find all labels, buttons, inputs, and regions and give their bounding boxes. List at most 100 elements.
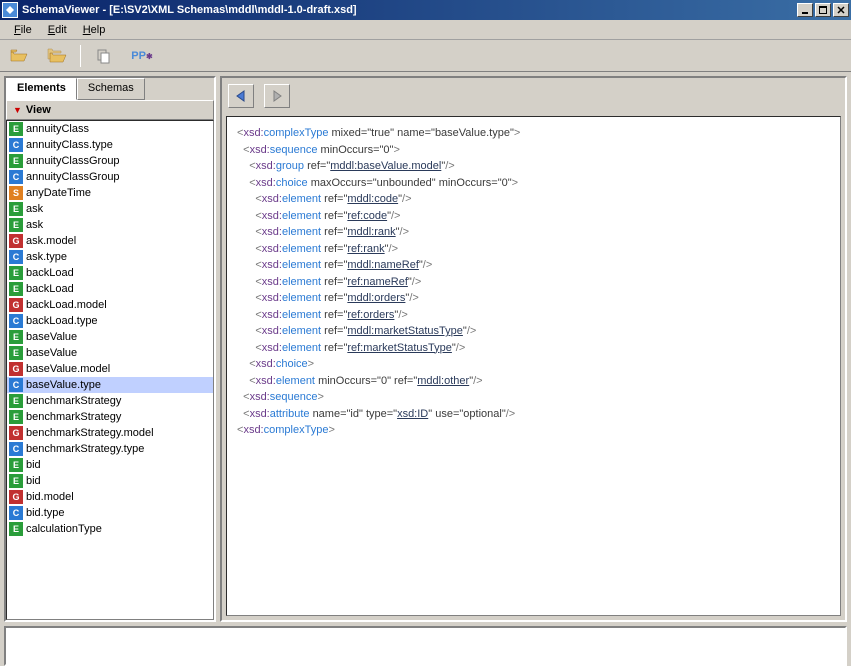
- type-badge-icon: G: [9, 298, 23, 312]
- right-panel: <xsd:complexType mixed="true" name="base…: [220, 76, 847, 622]
- tree-item-label: ask.model: [26, 235, 76, 247]
- type-badge-icon: C: [9, 138, 23, 152]
- tree-item[interactable]: CannuityClass.type: [7, 137, 213, 153]
- code-line: <xsd:element ref="ref:rank"/>: [237, 241, 830, 258]
- type-badge-icon: E: [9, 458, 23, 472]
- type-badge-icon: E: [9, 282, 23, 296]
- status-area: [4, 626, 847, 666]
- triangle-right-icon: [270, 89, 284, 103]
- tree-item[interactable]: CbaseValue.type: [7, 377, 213, 393]
- view-header[interactable]: View: [6, 100, 214, 120]
- close-button[interactable]: [833, 3, 849, 17]
- code-line: <xsd:element ref="ref:nameRef"/>: [237, 274, 830, 291]
- code-line: <xsd:element ref="mddl:marketStatusType"…: [237, 323, 830, 340]
- menu-file[interactable]: File: [6, 22, 40, 38]
- open-multi-button[interactable]: [42, 43, 72, 69]
- type-badge-icon: E: [9, 122, 23, 136]
- toolbar: PP✱: [0, 40, 851, 72]
- pp-icon: PP✱: [131, 50, 152, 62]
- left-panel: Elements Schemas View EannuityClassCannu…: [4, 76, 216, 622]
- type-badge-icon: G: [9, 490, 23, 504]
- type-badge-icon: C: [9, 170, 23, 184]
- tree-item-label: backLoad: [26, 283, 74, 295]
- tree-item-label: bid.type: [26, 507, 65, 519]
- code-line: <xsd:element ref="ref:orders"/>: [237, 307, 830, 324]
- code-line: <xsd:choice maxOccurs="unbounded" minOcc…: [237, 175, 830, 192]
- tree-item[interactable]: EbackLoad: [7, 265, 213, 281]
- tree-item[interactable]: EbenchmarkStrategy: [7, 409, 213, 425]
- type-badge-icon: C: [9, 442, 23, 456]
- tree-item[interactable]: EbaseValue: [7, 345, 213, 361]
- code-line: <xsd:sequence>: [237, 389, 830, 406]
- tree-item-label: bid: [26, 459, 41, 471]
- tree-item[interactable]: CannuityClassGroup: [7, 169, 213, 185]
- tree-item[interactable]: EannuityClass: [7, 121, 213, 137]
- tree-item[interactable]: Eask: [7, 201, 213, 217]
- tree-item[interactable]: Cbid.type: [7, 505, 213, 521]
- menu-help[interactable]: Help: [75, 22, 114, 38]
- tree-item[interactable]: EannuityClassGroup: [7, 153, 213, 169]
- tree-item[interactable]: GbenchmarkStrategy.model: [7, 425, 213, 441]
- tree-item-label: benchmarkStrategy.type: [26, 443, 144, 455]
- type-badge-icon: E: [9, 474, 23, 488]
- code-line: <xsd:complexType>: [237, 422, 830, 439]
- tab-elements[interactable]: Elements: [6, 78, 77, 100]
- tree-item[interactable]: EbaseValue: [7, 329, 213, 345]
- type-badge-icon: S: [9, 186, 23, 200]
- code-line: <xsd:element ref="ref:marketStatusType"/…: [237, 340, 830, 357]
- tree-item-label: calculationType: [26, 523, 102, 535]
- tree-item[interactable]: CbackLoad.type: [7, 313, 213, 329]
- type-badge-icon: E: [9, 346, 23, 360]
- open-button[interactable]: [4, 43, 34, 69]
- type-badge-icon: G: [9, 362, 23, 376]
- tree-item-label: benchmarkStrategy: [26, 395, 121, 407]
- tree-item[interactable]: Eask: [7, 217, 213, 233]
- tree-item[interactable]: CbenchmarkStrategy.type: [7, 441, 213, 457]
- type-badge-icon: E: [9, 410, 23, 424]
- code-line: <xsd:attribute name="id" type="xsd:ID" u…: [237, 406, 830, 423]
- tree-item-label: bid.model: [26, 491, 74, 503]
- tree-item[interactable]: GbaseValue.model: [7, 361, 213, 377]
- toolbar-divider: [80, 45, 81, 67]
- tree-item[interactable]: GbackLoad.model: [7, 297, 213, 313]
- tree-item[interactable]: EcalculationType: [7, 521, 213, 537]
- type-badge-icon: E: [9, 218, 23, 232]
- tab-schemas[interactable]: Schemas: [77, 78, 145, 100]
- triangle-left-icon: [234, 89, 248, 103]
- tree-item-label: benchmarkStrategy: [26, 411, 121, 423]
- type-badge-icon: C: [9, 378, 23, 392]
- menu-edit[interactable]: Edit: [40, 22, 75, 38]
- type-badge-icon: E: [9, 202, 23, 216]
- code-viewer[interactable]: <xsd:complexType mixed="true" name="base…: [226, 116, 841, 616]
- tree-item[interactable]: Gbid.model: [7, 489, 213, 505]
- nav-back-button[interactable]: [228, 84, 254, 108]
- tree-item[interactable]: EbenchmarkStrategy: [7, 393, 213, 409]
- tree-item[interactable]: Ebid: [7, 473, 213, 489]
- tree-item[interactable]: SanyDateTime: [7, 185, 213, 201]
- maximize-button[interactable]: [815, 3, 831, 17]
- tree-item[interactable]: Cask.type: [7, 249, 213, 265]
- tree-item-label: baseValue.type: [26, 379, 101, 391]
- tree-item-label: baseValue: [26, 347, 77, 359]
- tree-item-label: ask: [26, 219, 43, 231]
- tree-item-label: baseValue: [26, 331, 77, 343]
- tree-item[interactable]: Gask.model: [7, 233, 213, 249]
- minimize-button[interactable]: [797, 3, 813, 17]
- type-badge-icon: G: [9, 426, 23, 440]
- tree-item[interactable]: Ebid: [7, 457, 213, 473]
- pp-button[interactable]: PP✱: [127, 43, 157, 69]
- tree-item-label: benchmarkStrategy.model: [26, 427, 154, 439]
- type-badge-icon: E: [9, 394, 23, 408]
- tree-item-label: bid: [26, 475, 41, 487]
- tree-item-label: backLoad: [26, 267, 74, 279]
- menubar: File Edit Help: [0, 20, 851, 40]
- tree-item-label: backLoad.model: [26, 299, 107, 311]
- copy-button[interactable]: [89, 43, 119, 69]
- tree-item-label: annuityClass: [26, 123, 89, 135]
- nav-forward-button[interactable]: [264, 84, 290, 108]
- element-tree[interactable]: EannuityClassCannuityClass.typeEannuityC…: [6, 120, 214, 620]
- copy-icon: [96, 48, 112, 64]
- code-line: <xsd:element ref="ref:code"/>: [237, 208, 830, 225]
- type-badge-icon: G: [9, 234, 23, 248]
- tree-item[interactable]: EbackLoad: [7, 281, 213, 297]
